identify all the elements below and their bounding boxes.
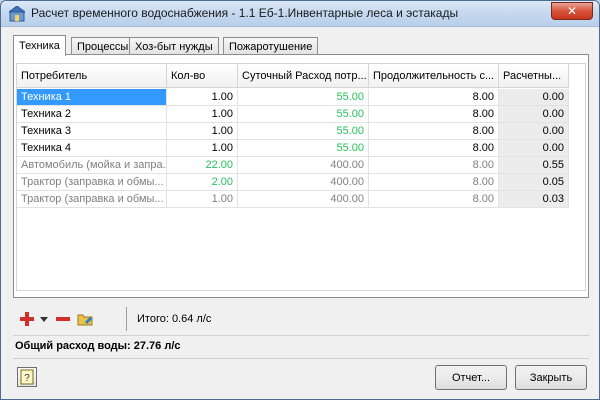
cell-daily[interactable]: 400.00: [238, 174, 369, 191]
tab-strip: Техника Процессы Хоз-быт нужды Пожаротуш…: [13, 35, 589, 56]
cell-daily[interactable]: 55.00: [238, 123, 369, 140]
cell-duration[interactable]: 8.00: [369, 191, 499, 208]
cell-qty[interactable]: 1.00: [167, 106, 238, 123]
table-row[interactable]: Трактор (заправка и обмы... 1.00 400.00 8.0…: [17, 191, 569, 208]
table-row[interactable]: Автомобиль (мойка и запрa... 22.00 400.00 8…: [17, 157, 569, 174]
help-icon: ?: [20, 369, 34, 385]
cell-calc[interactable]: 0.03: [499, 191, 569, 208]
cell-calc[interactable]: 0.00: [499, 123, 569, 140]
help-button[interactable]: ?: [17, 367, 37, 387]
total-value: Итого: 0.64 л/с: [126, 307, 589, 331]
divider: [13, 358, 589, 359]
tab-protsessy[interactable]: Процессы: [71, 37, 135, 55]
window-close-button[interactable]: ✕: [551, 2, 593, 20]
cell-qty[interactable]: 2.00: [167, 174, 238, 191]
tab-panel: Потребитель Кол-во Суточный Расход потр.…: [13, 54, 589, 298]
table-toolbar: Итого: 0.64 л/с: [13, 307, 589, 333]
cell-consumer[interactable]: Автомобиль (мойка и запрa...: [17, 157, 167, 174]
cell-daily[interactable]: 55.00: [238, 140, 369, 157]
cell-consumer[interactable]: Техника 1: [17, 89, 167, 106]
cell-duration[interactable]: 8.00: [369, 89, 499, 106]
cell-consumer[interactable]: Трактор (заправка и обмы...: [17, 191, 167, 208]
table-row[interactable]: Трактор (заправка и обмы... 2.00 400.00 8.0…: [17, 174, 569, 191]
add-icon[interactable]: [19, 311, 35, 327]
column-header-consumer[interactable]: Потребитель: [17, 64, 167, 88]
dropdown-arrow-icon[interactable]: [39, 311, 49, 327]
table-row[interactable]: Техника 1 1.00 55.00 8.00 0.00: [17, 89, 569, 106]
dialog-window: Расчет временного водоснабжения - 1.1 Еб…: [0, 0, 600, 400]
report-button[interactable]: Отчет...: [435, 365, 507, 390]
cell-daily[interactable]: 400.00: [238, 191, 369, 208]
cell-duration[interactable]: 8.00: [369, 174, 499, 191]
column-header-duration[interactable]: Продолжительность с...: [369, 64, 499, 88]
cell-duration[interactable]: 8.00: [369, 140, 499, 157]
cell-calc[interactable]: 0.00: [499, 140, 569, 157]
cell-daily[interactable]: 55.00: [238, 106, 369, 123]
title-bar[interactable]: Расчет временного водоснабжения - 1.1 Еб…: [1, 1, 599, 27]
table-row[interactable]: Техника 4 1.00 55.00 8.00 0.00: [17, 140, 569, 157]
cell-qty[interactable]: 22.00: [167, 157, 238, 174]
cell-calc[interactable]: 0.00: [499, 106, 569, 123]
table-row[interactable]: Техника 3 1.00 55.00 8.00 0.00: [17, 123, 569, 140]
remove-icon[interactable]: [55, 311, 71, 327]
cell-qty[interactable]: 1.00: [167, 140, 238, 157]
consumers-table[interactable]: Потребитель Кол-во Суточный Расход потр.…: [16, 63, 586, 291]
cell-daily[interactable]: 400.00: [238, 157, 369, 174]
cell-consumer[interactable]: Техника 2: [17, 106, 167, 123]
cell-calc[interactable]: 0.00: [499, 89, 569, 106]
table-header: Потребитель Кол-во Суточный Расход потр.…: [17, 64, 569, 88]
cell-qty[interactable]: 1.00: [167, 123, 238, 140]
cell-calc[interactable]: 0.55: [499, 157, 569, 174]
tab-tekhnika[interactable]: Техника: [13, 35, 66, 56]
svg-text:?: ?: [24, 373, 30, 384]
cell-duration[interactable]: 8.00: [369, 106, 499, 123]
tab-khoz-byt[interactable]: Хоз-быт нужды: [129, 37, 219, 55]
cell-duration[interactable]: 8.00: [369, 157, 499, 174]
cell-qty[interactable]: 1.00: [167, 191, 238, 208]
column-header-qty[interactable]: Кол-во: [167, 64, 238, 88]
cell-daily[interactable]: 55.00: [238, 89, 369, 106]
table-row[interactable]: Техника 2 1.00 55.00 8.00 0.00: [17, 106, 569, 123]
app-icon: [7, 5, 27, 22]
cell-calc[interactable]: 0.05: [499, 174, 569, 191]
cell-duration[interactable]: 8.00: [369, 123, 499, 140]
total-water-consumption: Общий расход воды: 27.76 л/с: [13, 335, 589, 355]
folder-edit-icon[interactable]: [77, 311, 93, 327]
cell-consumer[interactable]: Техника 4: [17, 140, 167, 157]
cell-qty[interactable]: 1.00: [167, 89, 238, 106]
column-header-daily[interactable]: Суточный Расход потр...: [238, 64, 369, 88]
window-title: Расчет временного водоснабжения - 1.1 Еб…: [31, 6, 459, 20]
cell-consumer[interactable]: Трактор (заправка и обмы...: [17, 174, 167, 191]
tab-pozharotushenie[interactable]: Пожаротушение: [223, 37, 319, 55]
close-button[interactable]: Закрыть: [515, 365, 587, 390]
cell-consumer[interactable]: Техника 3: [17, 123, 167, 140]
column-header-calc[interactable]: Расчетны...: [499, 64, 569, 88]
